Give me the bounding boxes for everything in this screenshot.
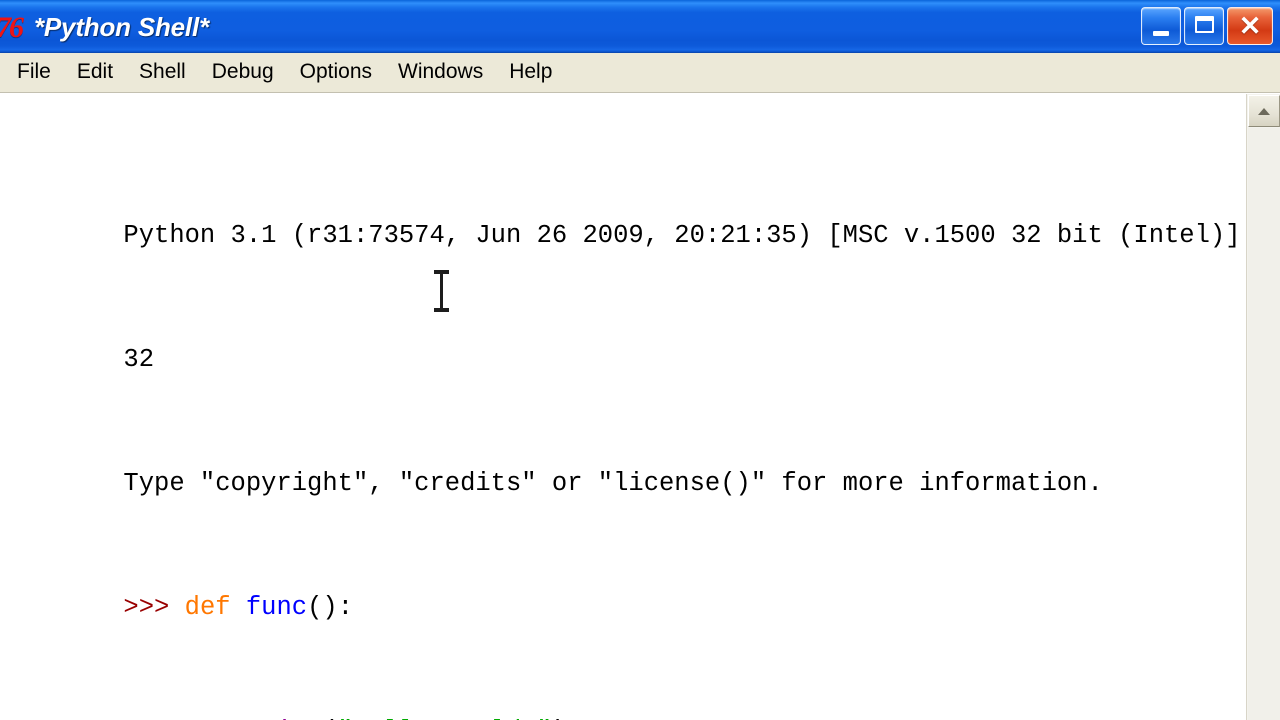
close-icon: ✕ <box>1238 11 1262 41</box>
scroll-up-button[interactable] <box>1248 95 1280 127</box>
menu-item-file[interactable]: File <box>4 56 64 89</box>
banner-text-1-wrap: 32 <box>123 345 155 374</box>
menu-item-options[interactable]: Options <box>287 56 385 89</box>
shell-text-area[interactable]: Python 3.1 (r31:73574, Jun 26 2009, 20:2… <box>0 94 1246 720</box>
menu-item-edit[interactable]: Edit <box>64 56 126 89</box>
menu-item-debug[interactable]: Debug <box>199 56 287 89</box>
window-titlebar[interactable]: 76 *Python Shell* ✕ <box>0 0 1280 53</box>
idle-python-shell-window: 76 *Python Shell* ✕ File Edit Shell Debu… <box>0 0 1280 720</box>
banner-line-2: Type "copyright", "credits" or "license(… <box>0 437 1246 498</box>
menu-item-windows[interactable]: Windows <box>385 56 496 89</box>
code-line-print-hello: print("Hello World!") <box>0 685 1246 720</box>
python-idle-icon: 76 <box>0 12 24 44</box>
def-signature-tail: (): <box>307 593 354 622</box>
banner-text-1: Python 3.1 (r31:73574, Jun 26 2009, 20:2… <box>123 221 1246 250</box>
window-controls: ✕ <box>1141 7 1273 45</box>
banner-line-1-wrapped: 32 <box>0 313 1246 374</box>
keyword-def: def <box>184 593 231 622</box>
vertical-scrollbar[interactable] <box>1246 94 1280 720</box>
window-title: *Python Shell* <box>34 12 209 42</box>
function-name: func <box>245 593 308 622</box>
banner-text-2: Type "copyright", "credits" or "license(… <box>123 469 1103 498</box>
maximize-button[interactable] <box>1184 7 1224 45</box>
shell-output: Python 3.1 (r31:73574, Jun 26 2009, 20:2… <box>0 96 1246 720</box>
menubar: File Edit Shell Debug Options Windows He… <box>0 53 1280 93</box>
scrollbar-track[interactable] <box>1248 128 1280 720</box>
close-button[interactable]: ✕ <box>1227 7 1273 45</box>
maximize-icon <box>1195 16 1214 33</box>
banner-line-1: Python 3.1 (r31:73574, Jun 26 2009, 20:2… <box>0 189 1246 250</box>
minimize-icon <box>1153 31 1169 36</box>
code-line-def: >>> def func(): <box>0 561 1246 622</box>
menu-item-shell[interactable]: Shell <box>126 56 199 89</box>
minimize-button[interactable] <box>1141 7 1181 45</box>
space-after-def <box>231 593 246 622</box>
shell-prompt: >>> <box>123 593 185 622</box>
menu-item-help[interactable]: Help <box>496 56 565 89</box>
chevron-up-icon <box>1258 108 1270 115</box>
